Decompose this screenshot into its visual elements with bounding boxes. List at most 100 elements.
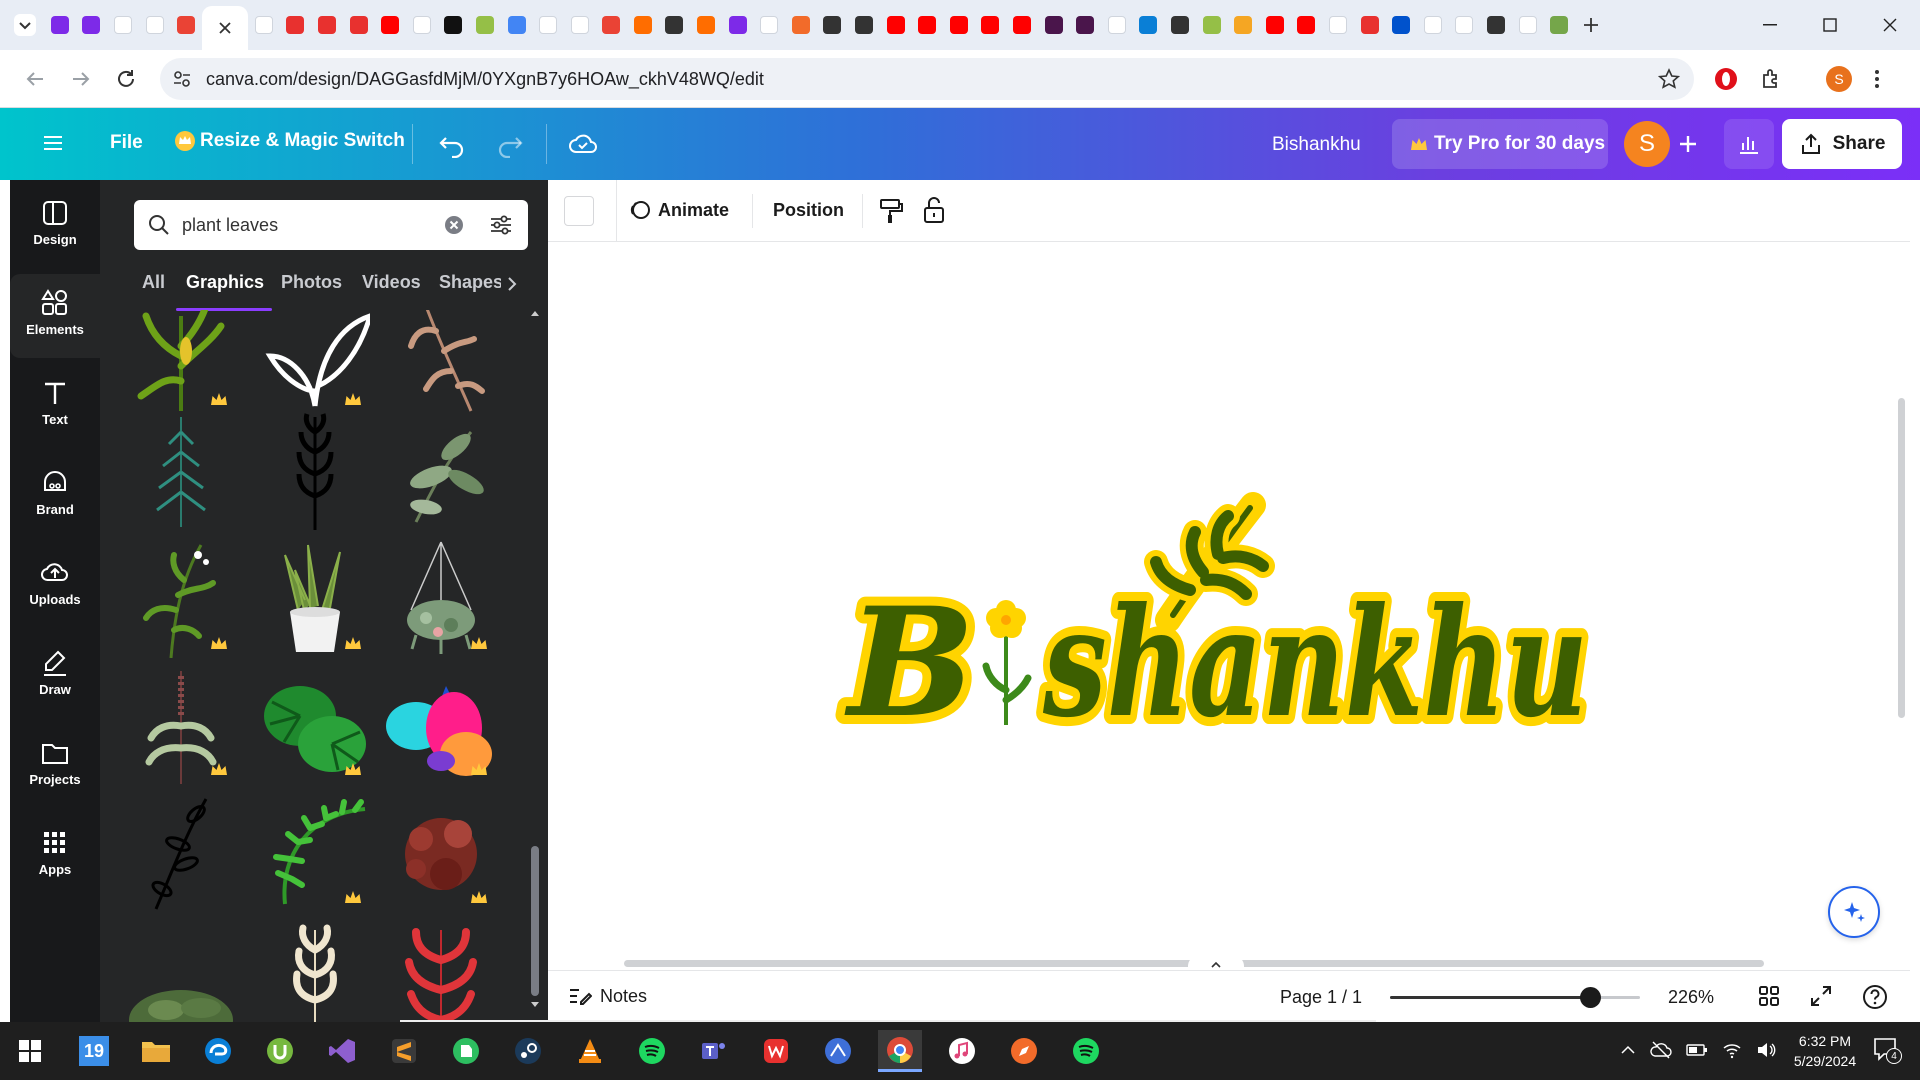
taskbar-spotify-2[interactable] bbox=[1064, 1030, 1108, 1072]
scroll-tabs-right-button[interactable] bbox=[506, 276, 518, 292]
browser-tab[interactable] bbox=[107, 0, 139, 50]
back-button[interactable] bbox=[24, 68, 46, 90]
search-input[interactable]: plant leaves bbox=[182, 215, 278, 236]
zoom-slider-handle[interactable] bbox=[1580, 987, 1601, 1008]
taskbar-calendar-app[interactable]: 19 bbox=[72, 1030, 116, 1072]
browser-tab[interactable] bbox=[911, 0, 943, 50]
browser-tab[interactable] bbox=[1480, 0, 1512, 50]
browser-tab[interactable] bbox=[1449, 0, 1481, 50]
taskbar-chrome[interactable] bbox=[878, 1030, 922, 1072]
graphic-snake-plant-pot[interactable] bbox=[260, 540, 370, 658]
sidebar-item-draw[interactable]: Draw bbox=[10, 634, 100, 718]
graphic-green-bush[interactable] bbox=[126, 920, 236, 1022]
panel-scrollbar[interactable] bbox=[528, 308, 542, 1012]
maximize-button[interactable] bbox=[1800, 0, 1860, 50]
try-pro-button[interactable]: Try Pro for 30 days bbox=[1392, 119, 1608, 169]
browser-tab[interactable] bbox=[880, 0, 912, 50]
start-button[interactable] bbox=[8, 1030, 52, 1072]
search-box[interactable]: plant leaves bbox=[134, 200, 528, 250]
position-button[interactable]: Position bbox=[773, 200, 844, 221]
sidebar-item-brand[interactable]: Brand bbox=[10, 454, 100, 538]
insights-button[interactable] bbox=[1724, 119, 1774, 169]
battery-icon[interactable] bbox=[1686, 1043, 1708, 1057]
browser-tab[interactable] bbox=[311, 0, 343, 50]
sidebar-item-uploads[interactable]: Uploads bbox=[10, 544, 100, 628]
browser-tab[interactable] bbox=[1543, 0, 1575, 50]
minimize-button[interactable] bbox=[1740, 0, 1800, 50]
main-menu-button[interactable] bbox=[42, 132, 64, 154]
zoom-slider[interactable] bbox=[1390, 987, 1640, 1008]
active-tab[interactable] bbox=[201, 6, 248, 50]
graphic-hanging-planter[interactable] bbox=[386, 540, 496, 658]
flower-graphic[interactable] bbox=[982, 600, 1032, 725]
user-avatar[interactable]: S bbox=[1624, 121, 1670, 167]
browser-tab[interactable] bbox=[469, 0, 501, 50]
browser-tab[interactable] bbox=[170, 0, 202, 50]
browser-tab[interactable] bbox=[785, 0, 817, 50]
canva-assistant-button[interactable] bbox=[1828, 886, 1880, 938]
page-indicator[interactable]: Page 1 / 1 bbox=[1280, 987, 1362, 1008]
cloud-save-status[interactable] bbox=[568, 130, 598, 158]
graphic-green-fern[interactable] bbox=[126, 412, 236, 530]
graphic-red-leaves[interactable] bbox=[386, 920, 496, 1022]
browser-tab[interactable] bbox=[1069, 0, 1101, 50]
taskbar-evernote[interactable] bbox=[444, 1030, 488, 1072]
tab-videos[interactable]: Videos bbox=[362, 272, 421, 293]
invite-button[interactable] bbox=[1676, 132, 1700, 156]
browser-tab[interactable] bbox=[564, 0, 596, 50]
fullscreen-button[interactable] bbox=[1810, 985, 1832, 1007]
tab-photos[interactable]: Photos bbox=[281, 272, 342, 293]
browser-tab[interactable] bbox=[438, 0, 470, 50]
browser-tab[interactable] bbox=[596, 0, 628, 50]
grid-view-button[interactable] bbox=[1758, 985, 1780, 1007]
graphic-cream-leaves[interactable] bbox=[260, 920, 370, 1022]
browser-tab[interactable] bbox=[627, 0, 659, 50]
browser-tab[interactable] bbox=[1133, 0, 1165, 50]
browser-tab[interactable] bbox=[1006, 0, 1038, 50]
background-color-swatch[interactable] bbox=[564, 196, 594, 226]
clear-search-button[interactable] bbox=[444, 215, 464, 235]
sidebar-item-elements[interactable]: Elements bbox=[10, 274, 100, 358]
browser-tab[interactable] bbox=[280, 0, 312, 50]
file-menu-button[interactable]: File bbox=[110, 132, 143, 154]
chevron-up-icon[interactable] bbox=[1620, 1045, 1636, 1055]
browser-tab[interactable] bbox=[139, 0, 171, 50]
taskbar-utorrent[interactable] bbox=[258, 1030, 302, 1072]
wifi-icon[interactable] bbox=[1722, 1041, 1742, 1059]
taskbar-visual-studio[interactable] bbox=[320, 1030, 364, 1072]
browser-tab[interactable] bbox=[406, 0, 438, 50]
lock-button[interactable] bbox=[922, 195, 946, 225]
graphic-herb-plant[interactable] bbox=[126, 666, 236, 784]
tab-all[interactable]: All bbox=[142, 272, 165, 293]
taskbar-steam[interactable] bbox=[506, 1030, 550, 1072]
browser-tab[interactable] bbox=[1354, 0, 1386, 50]
close-window-button[interactable] bbox=[1860, 0, 1920, 50]
browser-tab[interactable] bbox=[1164, 0, 1196, 50]
graphic-curved-leaf-branch[interactable] bbox=[260, 794, 370, 912]
animate-button[interactable]: Animate bbox=[628, 198, 729, 222]
graphic-black-branch[interactable] bbox=[260, 412, 370, 530]
browser-tab[interactable] bbox=[975, 0, 1007, 50]
browser-tab[interactable] bbox=[817, 0, 849, 50]
tab-search-button[interactable] bbox=[14, 0, 36, 50]
browser-tab[interactable] bbox=[722, 0, 754, 50]
sidebar-item-design[interactable]: Design bbox=[10, 184, 100, 268]
undo-button[interactable] bbox=[438, 130, 466, 158]
browser-tab[interactable] bbox=[1512, 0, 1544, 50]
design-logo[interactable]: B shankhu bbox=[828, 490, 1608, 750]
browser-tab[interactable] bbox=[248, 0, 280, 50]
sidebar-item-projects[interactable]: Projects bbox=[10, 724, 100, 808]
graphic-leaf-outline[interactable] bbox=[260, 310, 370, 414]
vertical-scrollbar-thumb[interactable] bbox=[1898, 398, 1905, 718]
graphic-watercolor-leaves[interactable] bbox=[386, 412, 496, 530]
filter-button[interactable] bbox=[489, 213, 513, 237]
share-button[interactable]: Share bbox=[1782, 119, 1902, 169]
sidebar-item-text[interactable]: Text bbox=[10, 364, 100, 448]
resize-magic-switch-button[interactable]: Resize & Magic Switch bbox=[174, 130, 405, 152]
graphic-dried-branch[interactable] bbox=[386, 310, 496, 414]
notes-button[interactable]: Notes bbox=[568, 985, 647, 1007]
browser-tab[interactable] bbox=[1101, 0, 1133, 50]
browser-tab[interactable] bbox=[1322, 0, 1354, 50]
site-info-button[interactable] bbox=[172, 69, 192, 89]
graphic-black-vine[interactable] bbox=[126, 794, 236, 912]
